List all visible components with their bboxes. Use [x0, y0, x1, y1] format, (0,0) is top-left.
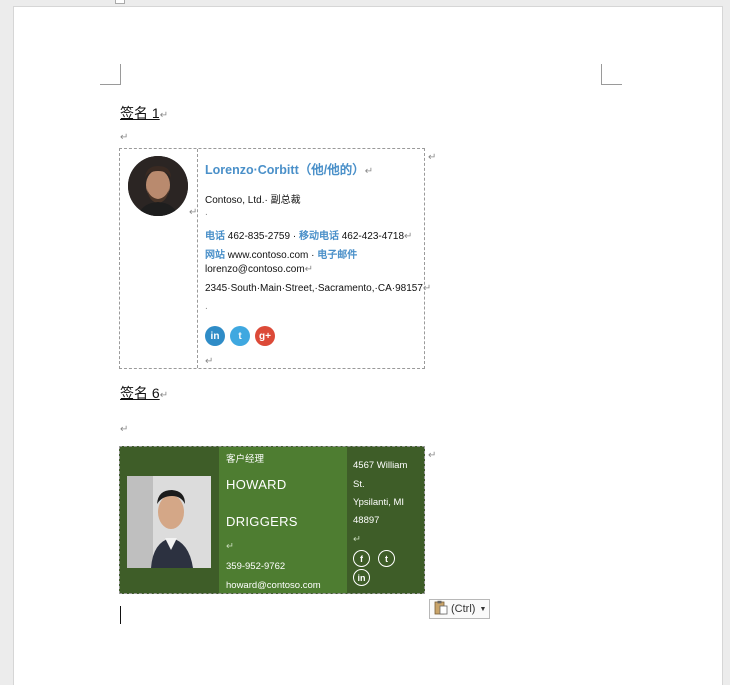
paragraph-mark: ↵	[404, 231, 413, 242]
address-line-3: Ypsilanti, MI	[353, 497, 405, 508]
paragraph-mark: ↵	[364, 166, 374, 177]
chevron-down-icon: ▼	[479, 605, 487, 613]
phone-line: 电话 462-835-2759 · 移动电话 462-423-4718↵	[205, 227, 412, 242]
paragraph-mark: ↵	[304, 264, 314, 275]
email-link[interactable]: howard@contoso.com	[226, 580, 321, 591]
address-line-1: 4567 William	[353, 460, 408, 471]
ruler-marker[interactable]	[115, 0, 125, 4]
social-icons-row2: in	[353, 569, 370, 586]
twitter-icon[interactable]: t	[230, 326, 250, 346]
cell-mark: ↵	[189, 207, 198, 218]
company-line: Contoso, Ltd.· 副总裁	[205, 191, 301, 206]
mobile-value: 462-423-4718	[341, 231, 405, 242]
signature1-table[interactable]: ↵ Lorenzo·Corbitt（他/他的）↵ Contoso, Ltd.· …	[119, 148, 436, 369]
signature1-heading-text: 签名 1	[120, 105, 160, 121]
paragraph-mark: ↵	[159, 110, 169, 121]
facebook-icon[interactable]: f	[353, 550, 370, 567]
phone-value: 359-952-9762	[226, 561, 286, 572]
address-text: 2345·South·Main·Street,·Sacramento,·CA·9…	[205, 283, 423, 294]
paste-options-button[interactable]: (Ctrl) ▼	[429, 599, 490, 619]
address-line: 2345·South·Main·Street,·Sacramento,·CA·9…	[205, 283, 431, 294]
email-link[interactable]: lorenzo@contoso.com	[205, 264, 305, 275]
signature6-table[interactable]: 客户经理 HOWARD DRIGGERS ↵ 359-952-9762 howa…	[119, 446, 436, 594]
margin-corner-top-right	[601, 64, 622, 85]
paragraph-mark: ↵	[353, 534, 361, 545]
photo-cell	[120, 447, 220, 593]
paragraph-mark: ↵	[422, 283, 432, 294]
last-name: DRIGGERS	[226, 514, 298, 529]
avatar-photo	[128, 156, 188, 216]
signature6-heading[interactable]: 签名 6↵	[120, 383, 168, 403]
phone-value: 462-835-2759 ·	[227, 231, 297, 242]
clipboard-icon	[433, 600, 449, 618]
paragraph-mark: ↵	[159, 390, 169, 401]
phone-label: 电话	[205, 231, 225, 242]
contact-photo	[127, 476, 211, 568]
twitter-icon[interactable]: t	[378, 550, 395, 567]
website-line: 网站 www.contoso.com · 电子邮件	[205, 246, 357, 261]
social-icons: f t	[353, 550, 395, 567]
signature6-heading-text: 签名 6	[120, 385, 160, 401]
word-document-window: 签名 1↵ ↵ ↵ Lorenzo·Corbitt（他/他的）↵ Contoso…	[0, 0, 730, 685]
mobile-label: 移动电话	[298, 231, 339, 242]
social-icons: in t g+	[205, 326, 275, 346]
contact-name: Lorenzo·Corbitt（他/他的）↵	[205, 159, 373, 178]
company-text: Contoso, Ltd.· 副总裁	[205, 195, 301, 206]
row-end-mark: ↵	[428, 450, 437, 461]
paragraph-mark: ↵	[226, 541, 234, 552]
margin-corner-top-left	[100, 64, 121, 85]
empty-line: .	[205, 301, 208, 312]
text-cursor	[120, 606, 121, 624]
signature1-heading[interactable]: 签名 1↵	[120, 103, 168, 123]
empty-paragraph[interactable]: ↵	[120, 424, 128, 435]
name-cell: 客户经理 HOWARD DRIGGERS ↵ 359-952-9762 howa…	[219, 447, 348, 593]
email-label: 电子邮件	[317, 250, 358, 261]
address-line-2: St.	[353, 479, 365, 490]
empty-paragraph[interactable]: ↵	[120, 132, 128, 143]
address-cell: 4567 William St. Ypsilanti, MI 48897 ↵ f…	[347, 447, 424, 593]
paste-options-label: (Ctrl)	[451, 603, 476, 615]
email-line: lorenzo@contoso.com↵	[205, 264, 313, 275]
first-name: HOWARD	[226, 477, 287, 492]
address-line-4: 48897	[353, 515, 380, 526]
job-title: 客户经理	[226, 454, 265, 465]
website-link[interactable]: www.contoso.com ·	[228, 250, 315, 261]
row-end-mark: ↵	[428, 152, 437, 163]
linkedin-icon[interactable]: in	[353, 569, 370, 586]
table-cell-divider	[197, 149, 198, 368]
linkedin-icon[interactable]: in	[205, 326, 225, 346]
website-label: 网站	[205, 250, 225, 261]
empty-line: .	[205, 207, 208, 218]
contact-name-text: Lorenzo·Corbitt（他/他的）	[205, 163, 365, 177]
paragraph-mark: ↵	[205, 356, 214, 367]
googleplus-icon[interactable]: g+	[255, 326, 275, 346]
